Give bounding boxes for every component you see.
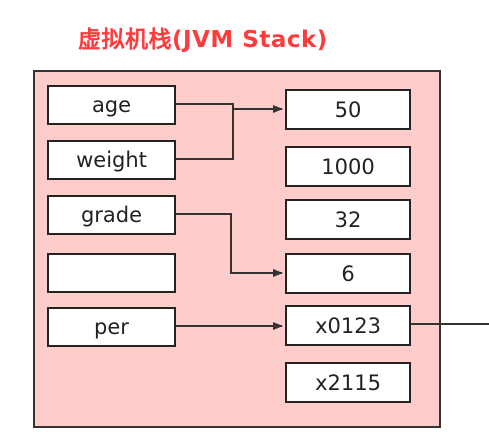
line-weight-to-50 (176, 109, 234, 160)
arrow-age-to-50 (176, 103, 283, 113)
arrow-grade-to-6 (176, 213, 283, 277)
connector-lines (176, 103, 489, 330)
